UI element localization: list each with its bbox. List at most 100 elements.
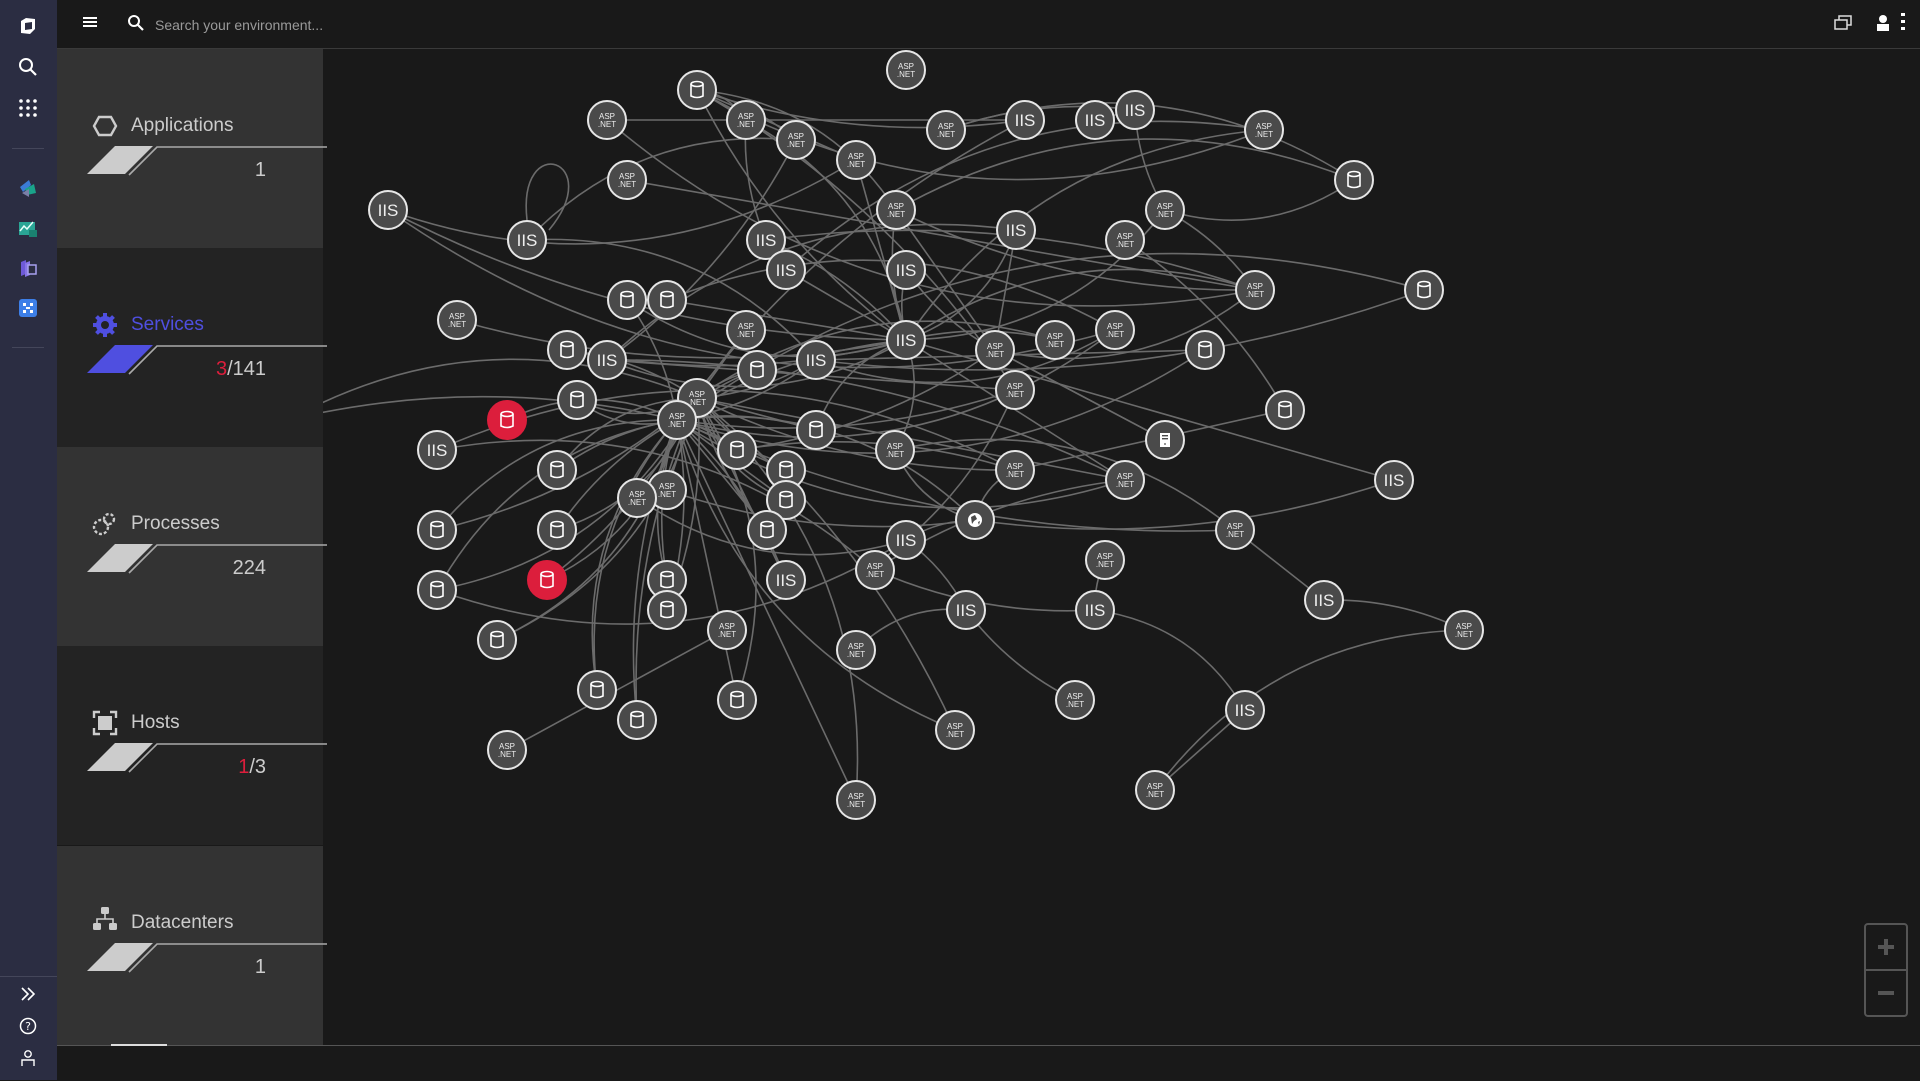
service-node-iis[interactable]: IIS (996, 210, 1036, 250)
service-node-asp[interactable]: ASP.NET (1444, 610, 1484, 650)
service-node-asp[interactable]: ASP.NET (1235, 270, 1275, 310)
service-node-db[interactable] (537, 510, 577, 550)
apps-grid-icon[interactable] (14, 94, 42, 122)
service-node-iis[interactable]: IIS (1115, 90, 1155, 130)
more-vertical-icon[interactable] (1899, 12, 1907, 36)
service-node-asp[interactable]: ASP.NET (726, 100, 766, 140)
service-node-db[interactable] (737, 350, 777, 390)
service-node-asp[interactable]: ASP.NET (1244, 110, 1284, 150)
service-node-db[interactable] (577, 670, 617, 710)
service-node-asp[interactable]: ASP.NET (886, 50, 926, 90)
kubernetes-app-icon[interactable] (14, 254, 42, 282)
service-node-asp[interactable]: ASP.NET (487, 730, 527, 770)
zoom-in-button[interactable] (1866, 925, 1906, 971)
service-node-iis[interactable]: IIS (1304, 580, 1344, 620)
expand-icon[interactable] (14, 980, 42, 1008)
service-node-db[interactable] (1185, 330, 1225, 370)
service-topology-graph[interactable]: ASP.NETASP.NETASP.NETASP.NETASP.NETASP.N… (323, 49, 1920, 1045)
service-node-db[interactable] (747, 510, 787, 550)
chat-windows-icon[interactable] (1833, 14, 1853, 36)
smartscape-app-icon[interactable] (14, 174, 42, 202)
service-node-asp[interactable]: ASP.NET (1085, 540, 1125, 580)
zoom-out-button[interactable] (1866, 971, 1906, 1015)
search-input[interactable] (153, 10, 557, 40)
service-node-asp[interactable]: ASP.NET (836, 780, 876, 820)
service-node-iis[interactable]: IIS (368, 190, 408, 230)
service-node-iis[interactable]: IIS (766, 560, 806, 600)
service-node-iis[interactable]: IIS (946, 590, 986, 630)
service-node-asp[interactable]: ASP.NET (836, 630, 876, 670)
service-node-db[interactable] (537, 450, 577, 490)
service-node-asp[interactable]: ASP.NET (1095, 310, 1135, 350)
service-node-iis[interactable]: IIS (766, 250, 806, 290)
service-node-asp[interactable]: ASP.NET (1145, 190, 1185, 230)
service-node-iis[interactable]: IIS (886, 320, 926, 360)
service-node-asp[interactable]: ASP.NET (1215, 510, 1255, 550)
service-node-asp[interactable]: ASP.NET (995, 450, 1035, 490)
service-node-asp[interactable]: ASP.NET (1055, 680, 1095, 720)
service-node-iis[interactable]: IIS (1374, 460, 1414, 500)
service-node-iis[interactable]: IIS (1075, 100, 1115, 140)
service-node-asp[interactable]: ASP.NET (437, 300, 477, 340)
dynatrace-logo-icon[interactable] (14, 12, 42, 40)
service-node-asp[interactable]: ASP.NET (587, 100, 627, 140)
service-node-db[interactable] (487, 400, 527, 440)
service-node-db[interactable] (1334, 160, 1374, 200)
panel-services[interactable]: Services 3/141 (57, 248, 327, 447)
service-node-globe[interactable] (955, 500, 995, 540)
services-app-icon[interactable] (14, 294, 42, 322)
service-node-asp[interactable]: ASP.NET (1105, 220, 1145, 260)
service-node-db[interactable] (647, 280, 687, 320)
dashboards-app-icon[interactable] (14, 214, 42, 242)
panel-datacenters[interactable]: Datacenters 1 (57, 846, 327, 1045)
service-node-asp[interactable]: ASP.NET (617, 478, 657, 518)
service-node-db[interactable] (796, 410, 836, 450)
help-icon[interactable]: ? (14, 1012, 42, 1040)
service-node-db[interactable] (647, 590, 687, 630)
service-node-db[interactable] (617, 700, 657, 740)
scroll-indicator[interactable] (111, 1044, 167, 1046)
service-node-asp[interactable]: ASP.NET (707, 610, 747, 650)
service-node-asp[interactable]: ASP.NET (935, 710, 975, 750)
service-node-asp[interactable]: ASP.NET (975, 330, 1015, 370)
service-node-db[interactable] (677, 70, 717, 110)
service-node-asp[interactable]: ASP.NET (1105, 460, 1145, 500)
service-node-asp[interactable]: ASP.NET (1135, 770, 1175, 810)
service-node-iis[interactable]: IIS (1005, 100, 1045, 140)
service-node-db[interactable] (557, 380, 597, 420)
service-node-iis[interactable]: IIS (1225, 690, 1265, 730)
service-node-asp[interactable]: ASP.NET (926, 110, 966, 150)
service-node-iis[interactable]: IIS (886, 520, 926, 560)
service-node-asp[interactable]: ASP.NET (776, 120, 816, 160)
service-node-db[interactable] (607, 280, 647, 320)
service-node-iis[interactable]: IIS (417, 430, 457, 470)
service-node-iis[interactable]: IIS (886, 250, 926, 290)
panel-processes[interactable]: Processes 224 (57, 447, 327, 646)
service-node-asp[interactable]: ASP.NET (855, 550, 895, 590)
user-icon[interactable] (1875, 14, 1891, 36)
service-node-iis[interactable]: IIS (1075, 590, 1115, 630)
service-node-db[interactable] (1404, 270, 1444, 310)
panel-applications[interactable]: Applications 1 (57, 49, 327, 248)
user-icon[interactable] (14, 1044, 42, 1072)
service-node-db[interactable] (717, 430, 757, 470)
service-node-db[interactable] (547, 330, 587, 370)
service-node-db[interactable] (527, 560, 567, 600)
service-node-iis[interactable]: IIS (796, 340, 836, 380)
panel-hosts[interactable]: Hosts 1/3 (57, 646, 327, 845)
service-node-asp[interactable]: ASP.NET (876, 190, 916, 230)
service-node-asp[interactable]: ASP.NET (657, 400, 697, 440)
service-node-asp[interactable]: ASP.NET (995, 370, 1035, 410)
search-icon[interactable] (14, 53, 42, 81)
service-node-db[interactable] (417, 510, 457, 550)
service-node-asp[interactable]: ASP.NET (726, 310, 766, 350)
service-node-db[interactable] (1265, 390, 1305, 430)
service-node-db[interactable] (477, 620, 517, 660)
service-node-asp[interactable]: ASP.NET (607, 160, 647, 200)
service-node-asp[interactable]: ASP.NET (1035, 320, 1075, 360)
service-node-db[interactable] (417, 570, 457, 610)
service-node-iis[interactable]: IIS (587, 340, 627, 380)
service-node-asp[interactable]: ASP.NET (836, 140, 876, 180)
service-node-db[interactable] (717, 680, 757, 720)
service-node-asp[interactable]: ASP.NET (875, 430, 915, 470)
